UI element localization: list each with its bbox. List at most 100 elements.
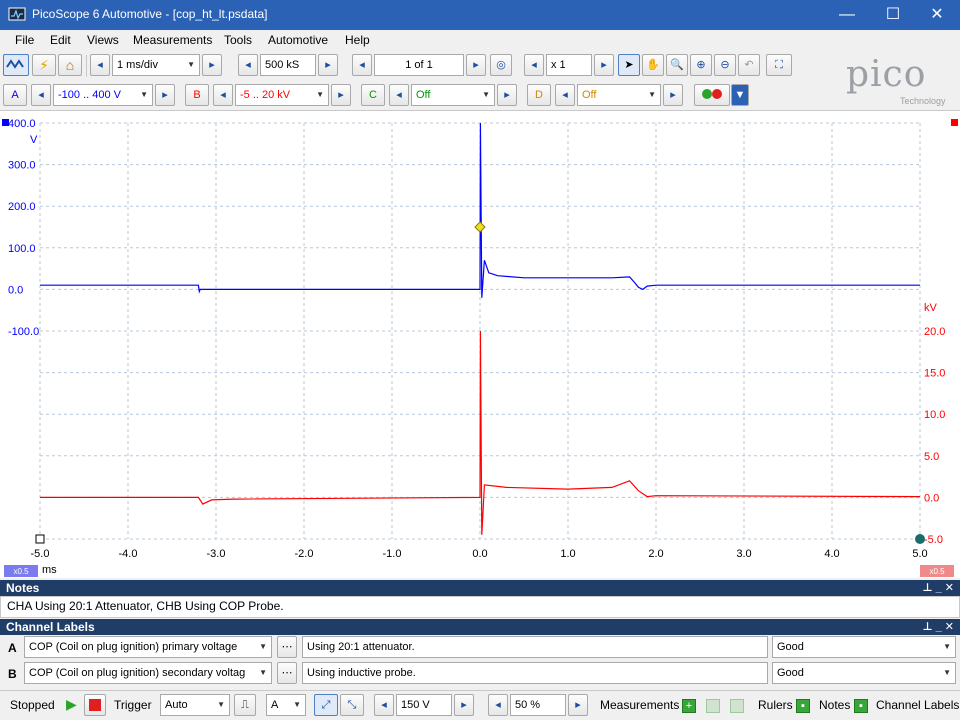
timebase-increase-button[interactable]: ▸ — [202, 54, 222, 76]
channel-b-options-button[interactable]: B — [185, 84, 209, 106]
buffer-next-button[interactable]: ▸ — [466, 54, 486, 76]
arrow-left-icon: ◂ — [531, 59, 537, 71]
channel-b-label-select[interactable]: COP (Coil on plug ignition) secondary vo… — [24, 662, 272, 684]
close-button[interactable]: ✕ — [914, 0, 960, 30]
select-tool-button[interactable]: ➤ — [618, 54, 640, 76]
falling-trigger-button[interactable]: ⤡ — [340, 694, 364, 716]
buffer-previous-button[interactable]: ◂ — [352, 54, 372, 76]
channel-toolbar: A ◂ -100 .. 400 V ▸ B ◂ -5 .. 20 kV ▸ C … — [0, 83, 838, 109]
menu-help[interactable]: Help — [345, 33, 370, 47]
channel-a-status-select[interactable]: Good — [772, 636, 956, 658]
channel-b-label-more-button[interactable]: ⋯ — [277, 662, 297, 684]
x-axis-tick-label: -4.0 — [119, 548, 138, 560]
channel-a-options-button[interactable]: A — [3, 84, 27, 106]
channel-d-range-increase[interactable]: ▸ — [663, 84, 683, 106]
trigger-channel-select[interactable]: A — [266, 694, 306, 716]
channel-c-range-decrease[interactable]: ◂ — [389, 84, 409, 106]
pretrigger-increase[interactable]: ▸ — [568, 694, 588, 716]
trigger-level-field[interactable]: 150 V — [396, 694, 452, 716]
channel-a-range-decrease[interactable]: ◂ — [31, 84, 51, 106]
channel-a-range-select[interactable]: -100 .. 400 V — [53, 84, 153, 106]
undo-zoom-button[interactable]: ↶ — [738, 54, 760, 76]
channel-d-range-select[interactable]: Off — [577, 84, 661, 106]
samples-increase-button[interactable]: ▸ — [318, 54, 338, 76]
add-measurement-button[interactable]: + — [682, 699, 696, 713]
samples-decrease-button[interactable]: ◂ — [238, 54, 258, 76]
channel-b-range-increase[interactable]: ▸ — [331, 84, 351, 106]
buffer-navigator[interactable]: 1 of 1 — [374, 54, 464, 76]
minimize-button[interactable]: — — [824, 0, 870, 30]
zoom-factor-field[interactable]: x 1 — [546, 54, 592, 76]
zoom-decrease-button[interactable]: ◂ — [524, 54, 544, 76]
menu-edit[interactable]: Edit — [50, 33, 71, 47]
pretrigger-field[interactable]: 50 % — [510, 694, 566, 716]
channel-b-range-select[interactable]: -5 .. 20 kV — [235, 84, 329, 106]
capture-state-label: Stopped — [10, 698, 55, 712]
trigger-edge-button[interactable]: ⎍ — [234, 694, 256, 716]
channel-menu-dropdown[interactable]: ▼ — [731, 84, 749, 106]
channel-b-axis-handle[interactable] — [951, 119, 958, 126]
right-axis-unit: kV — [924, 302, 938, 314]
notes-text[interactable]: CHA Using 20:1 Attenuator, CHB Using COP… — [0, 596, 960, 618]
delete-measurement-button[interactable] — [730, 699, 744, 713]
zoom-to-fit-button[interactable]: ⛶ — [766, 54, 792, 76]
notes-close-icon[interactable]: ⊥ _ ✕ — [922, 580, 954, 596]
edit-measurement-button[interactable] — [706, 699, 720, 713]
channel-a-label-more-button[interactable]: ⋯ — [277, 636, 297, 658]
auto-setup-button[interactable]: ⚡ — [32, 54, 56, 76]
channel-b-range-decrease[interactable]: ◂ — [213, 84, 233, 106]
rising-trigger-button[interactable]: ⤢ — [314, 694, 338, 716]
menu-automotive[interactable]: Automotive — [268, 33, 328, 47]
channel-a-range-increase[interactable]: ▸ — [155, 84, 175, 106]
zoom-in-button[interactable]: ⊕ — [690, 54, 712, 76]
timebase-decrease-button[interactable]: ◂ — [90, 54, 110, 76]
waveform-chart[interactable]: 400.0 300.0 200.0 100.0 0.0 -100.0 V 20.0 15.0 10… — [0, 111, 960, 579]
scope-mode-button[interactable] — [3, 54, 29, 76]
rulers-button[interactable]: ▪ — [796, 699, 810, 713]
start-capture-button[interactable]: ▶ — [66, 696, 77, 713]
channel-c-range-increase[interactable]: ▸ — [497, 84, 517, 106]
channel-a-label-select[interactable]: COP (Coil on plug ignition) primary volt… — [24, 636, 272, 658]
trigger-mode-select[interactable]: Auto — [160, 694, 230, 716]
channel-b-status-select[interactable]: Good — [772, 662, 956, 684]
channel-d-options-button[interactable]: D — [527, 84, 551, 106]
channel-c-range-select[interactable]: Off — [411, 84, 495, 106]
zoom-area-button[interactable]: 🔍 — [666, 54, 688, 76]
hand-tool-button[interactable]: ✋ — [642, 54, 664, 76]
ruler-handle-right[interactable] — [915, 534, 925, 544]
menu-tools[interactable]: Tools — [224, 33, 252, 47]
channel-d-range-decrease[interactable]: ◂ — [555, 84, 575, 106]
menu-measurements[interactable]: Measurements — [133, 33, 212, 47]
play-icon: ▶ — [66, 696, 77, 712]
samples-field[interactable]: 500 kS — [260, 54, 316, 76]
trigger-level-increase[interactable]: ▸ — [454, 694, 474, 716]
zoom-out-button[interactable]: ⊖ — [714, 54, 736, 76]
trigger-marker[interactable] — [474, 221, 486, 233]
arrow-right-icon: ▸ — [670, 89, 676, 101]
channel-visibility-button[interactable] — [694, 84, 730, 106]
stop-capture-button[interactable] — [84, 694, 106, 716]
arrow-right-icon: ▸ — [473, 59, 479, 71]
home-button[interactable]: ⌂ — [58, 54, 82, 76]
timebase-select[interactable]: 1 ms/div — [112, 54, 200, 76]
channel-b-note-field[interactable]: Using inductive probe. — [302, 662, 768, 684]
menu-file[interactable]: File — [15, 33, 34, 47]
channel-a-axis-handle[interactable] — [2, 119, 9, 126]
maximize-button[interactable]: ☐ — [870, 0, 916, 30]
arrow-left-icon: ◂ — [38, 89, 44, 101]
scope-view[interactable]: 400.0 300.0 200.0 100.0 0.0 -100.0 V 20.0 15.0 10… — [0, 110, 960, 578]
trigger-level-decrease[interactable]: ◂ — [374, 694, 394, 716]
zoom-increase-button[interactable]: ▸ — [594, 54, 614, 76]
notes-toggle-button[interactable]: ▪ — [854, 699, 868, 713]
arrow-left-icon: ◂ — [220, 89, 226, 101]
picoscope-app-icon — [8, 7, 26, 21]
home-icon: ⌂ — [65, 57, 75, 73]
ruler-handle-left[interactable] — [35, 534, 45, 544]
menu-views[interactable]: Views — [87, 33, 119, 47]
pretrigger-decrease[interactable]: ◂ — [488, 694, 508, 716]
channel-c-options-button[interactable]: C — [361, 84, 385, 106]
channel-a-note-field[interactable]: Using 20:1 attenuator. — [302, 636, 768, 658]
stop-icon — [89, 699, 101, 711]
buffer-overview-button[interactable]: ◎ — [490, 54, 512, 76]
channel-labels-close-icon[interactable]: ⊥ _ ✕ — [922, 619, 954, 635]
